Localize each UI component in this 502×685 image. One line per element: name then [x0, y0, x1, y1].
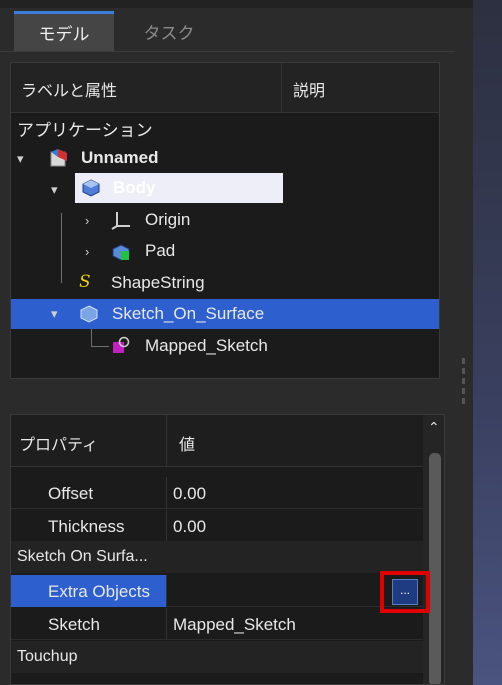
property-group-touchup[interactable]: Touchup — [11, 641, 423, 673]
tab-tasks[interactable]: タスク — [114, 11, 224, 51]
collapse-arrow-icon[interactable]: ▾ — [51, 182, 58, 198]
tree-root-label: アプリケーション — [17, 120, 153, 140]
property-header-name[interactable]: プロパティ — [19, 431, 98, 455]
panel-splitter-handle[interactable] — [462, 358, 466, 418]
highlight-box: ... — [380, 571, 430, 613]
tree-item-body[interactable]: Body — [75, 173, 283, 203]
tree-item-label: Mapped_Sketch — [145, 336, 268, 355]
tree-item-label: Unnamed — [81, 148, 159, 167]
property-group-label: Sketch On Surfa... — [17, 548, 148, 565]
scrollbar-thumb[interactable] — [429, 453, 441, 684]
tree-item-sketch-on-surface[interactable]: ▾ Sketch_On_Surface — [11, 299, 439, 329]
shapestring-icon: S — [79, 272, 90, 291]
tree-root-application[interactable]: アプリケーション — [17, 113, 153, 143]
sketch-surface-icon — [80, 305, 98, 323]
origin-axes-icon — [111, 212, 130, 230]
property-group-label: Touchup — [17, 648, 78, 665]
property-value[interactable]: Mapped_Sketch — [173, 615, 296, 635]
property-row-offset[interactable]: Offset 0.00 — [11, 477, 423, 509]
expand-arrow-icon[interactable]: › — [85, 213, 89, 228]
model-tree: ラベルと属性 説明 アプリケーション ▾ Unnamed ▾ Body › Or… — [10, 62, 440, 379]
tree-item-origin[interactable]: Origin — [111, 205, 190, 235]
property-editor: プロパティ 値 Offset 0.00 Thickness 0.00 Sketc… — [10, 414, 445, 685]
tree-header-description[interactable]: 説明 — [293, 77, 325, 101]
tree-item-label: Sketch_On_Surface — [112, 304, 265, 323]
svg-text:S: S — [79, 272, 90, 291]
scroll-up-icon[interactable]: ⌃ — [428, 419, 440, 436]
tree-header: ラベルと属性 説明 — [11, 63, 439, 113]
property-name: Extra Objects — [48, 582, 151, 601]
tree-item-label: Origin — [145, 210, 191, 229]
property-name: Offset — [48, 484, 94, 503]
property-value[interactable]: 0.00 — [173, 484, 206, 504]
tree-item-label: ShapeString — [111, 273, 205, 292]
property-header-value[interactable]: 値 — [179, 431, 195, 455]
property-scrollbar[interactable]: ⌃ — [423, 415, 444, 684]
pad-icon — [112, 244, 130, 261]
property-name: Thickness — [48, 517, 125, 536]
tree-item-mapped-sketch[interactable]: Mapped_Sketch — [111, 331, 268, 361]
tab-bar: モデル タスク — [0, 10, 455, 52]
property-row-sketch[interactable]: Sketch Mapped_Sketch — [11, 608, 423, 640]
collapse-arrow-icon[interactable]: ▾ — [51, 306, 58, 322]
top-bar — [0, 0, 473, 8]
collapse-arrow-icon[interactable]: ▾ — [17, 151, 24, 167]
property-name: Sketch — [48, 615, 100, 634]
property-row-thickness[interactable]: Thickness 0.00 — [11, 510, 423, 542]
tree-item-pad[interactable]: Pad — [111, 236, 175, 266]
expand-arrow-icon[interactable]: › — [85, 244, 89, 259]
viewport-background — [473, 0, 502, 685]
property-header: プロパティ 値 — [11, 415, 423, 467]
tree-item-label: Pad — [145, 241, 176, 260]
property-value[interactable]: 0.00 — [173, 517, 206, 537]
body-icon — [82, 179, 100, 197]
extra-objects-ellipsis-button[interactable]: ... — [392, 579, 418, 605]
tab-model[interactable]: モデル — [14, 11, 114, 51]
document-icon — [50, 149, 67, 167]
tree-header-label[interactable]: ラベルと属性 — [21, 77, 117, 101]
property-row-extra-objects[interactable]: Extra Objects — [11, 575, 423, 607]
tree-item-label: Body — [113, 178, 156, 197]
tree-item-shapestring[interactable]: S ShapeString — [75, 268, 205, 298]
mapped-sketch-icon — [113, 336, 130, 353]
property-group-sketch-on-surface[interactable]: Sketch On Surfa... — [11, 541, 423, 573]
tree-item-unnamed[interactable]: Unnamed — [49, 143, 158, 173]
